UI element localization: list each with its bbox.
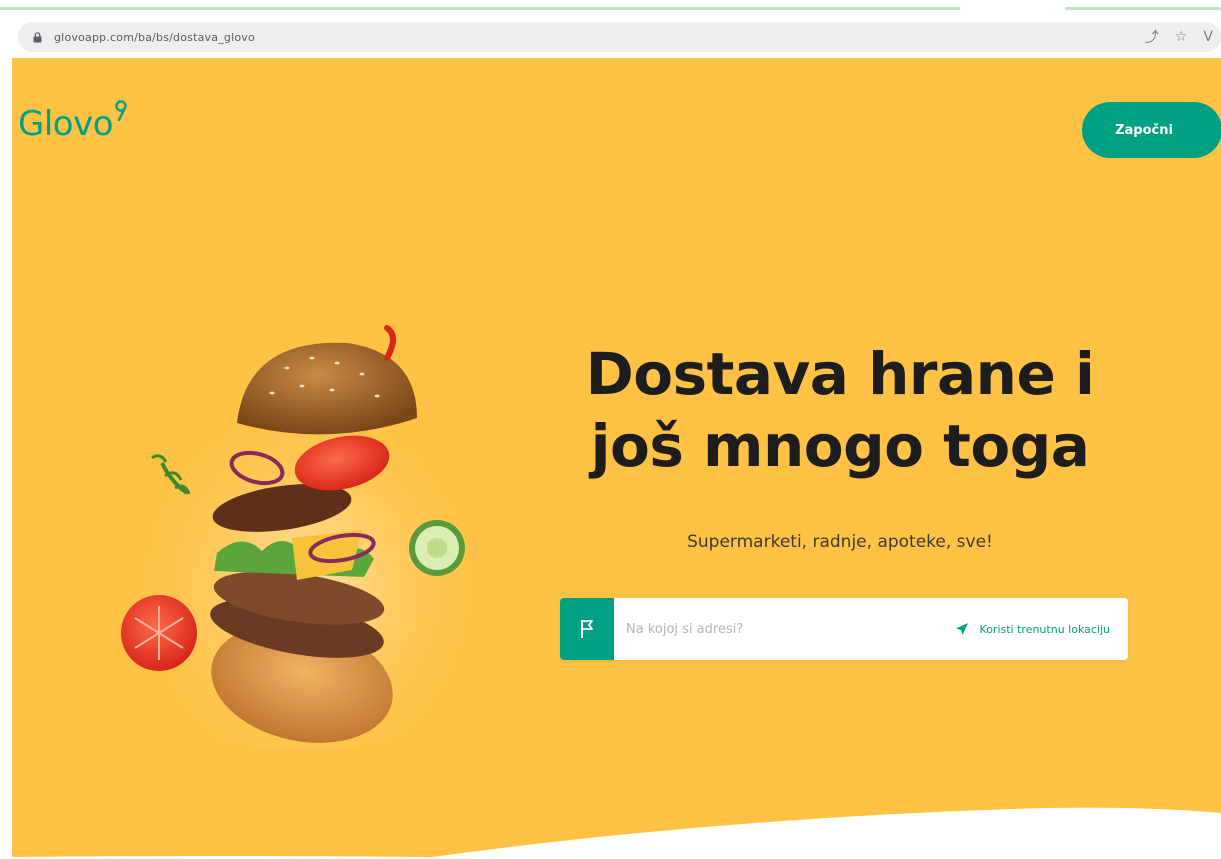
hero-headline: Dostava hrane i još mnogo toga: [560, 338, 1120, 482]
browser-omnibox[interactable]: glovoapp.com/ba/bs/dostava_glovo ⤴ ☆ V: [18, 22, 1221, 52]
browser-toolbar: glovoapp.com/ba/bs/dostava_glovo ⤴ ☆ V: [0, 14, 1221, 58]
bottom-wave: [12, 807, 1221, 859]
start-button[interactable]: Započni: [1082, 102, 1221, 158]
bookmark-star-icon[interactable]: ☆: [1175, 29, 1188, 45]
use-current-location-button[interactable]: Koristi trenutnu lokaciju: [954, 621, 1110, 637]
lock-icon: [30, 30, 44, 44]
flag-icon: [560, 598, 614, 660]
tab-indicator: [0, 7, 960, 10]
use-current-location-label: Koristi trenutnu lokaciju: [979, 622, 1110, 636]
headline-line-2: još mnogo toga: [590, 412, 1090, 480]
hero-subheadline: Supermarketi, radnje, apoteke, sve!: [687, 532, 993, 552]
browser-tabstrip: [0, 0, 1221, 12]
extension-icon[interactable]: V: [1203, 29, 1213, 45]
hero-section: Glovo Započni Dostava hrane i još mnogo …: [12, 58, 1221, 859]
browser-url[interactable]: glovoapp.com/ba/bs/dostava_glovo: [54, 31, 255, 44]
location-arrow-icon: [955, 623, 968, 635]
address-search-bar: Koristi trenutnu lokaciju: [560, 598, 1128, 660]
headline-line-1: Dostava hrane i: [585, 340, 1095, 408]
tab-indicator-secondary: [1065, 7, 1221, 10]
glovo-logo[interactable]: Glovo: [18, 100, 128, 144]
logo-pin-icon: [115, 100, 127, 122]
share-icon[interactable]: ⤴: [1145, 27, 1159, 47]
logo-text: Glovo: [18, 104, 114, 144]
address-input[interactable]: [614, 598, 954, 660]
burger-illustration: [117, 325, 477, 748]
browser-actions: ⤴ ☆ V: [1145, 22, 1213, 52]
